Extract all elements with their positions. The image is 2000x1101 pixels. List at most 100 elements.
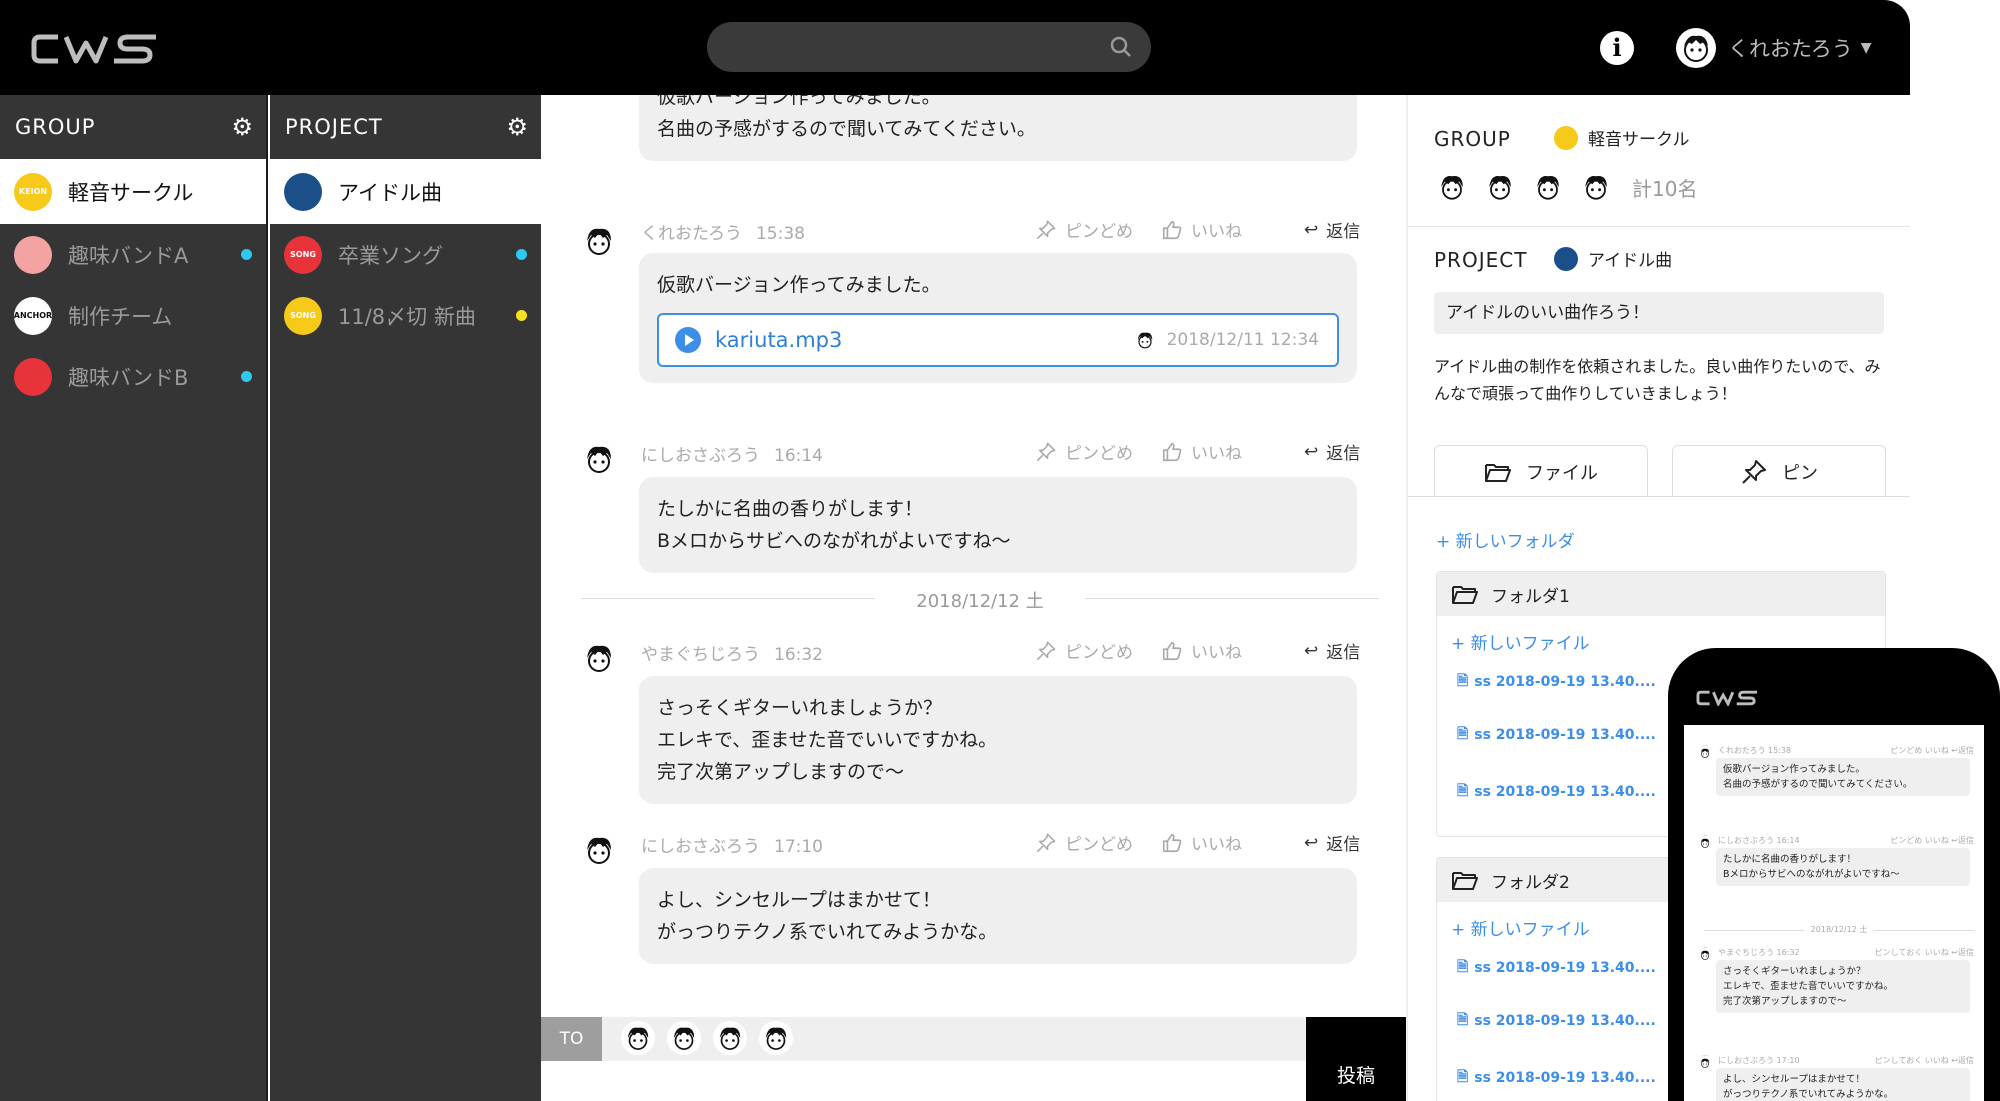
tab-files[interactable]: ファイル	[1434, 445, 1648, 497]
info-group-badge[interactable]: 軽音サークル	[1554, 125, 1690, 150]
avatar[interactable]	[579, 439, 619, 479]
message-text: 仮歌バージョン作ってみました。	[657, 274, 941, 296]
project-item[interactable]: アイドル曲	[270, 159, 541, 224]
pin-button[interactable]: ピンどめ	[1035, 217, 1133, 242]
phone-message-actions[interactable]: ピンどめ いいね ↩返信	[1890, 745, 1974, 756]
pin-button[interactable]: ピンどめ	[1035, 638, 1133, 663]
reply-button[interactable]: ↩ 返信	[1304, 638, 1360, 664]
message-time: 16:14	[774, 446, 823, 466]
project-logo	[1554, 246, 1578, 271]
phone-message-meta: にしおさぶろう 16:14	[1718, 836, 1800, 845]
gear-icon[interactable]: ⚙	[506, 113, 529, 141]
message-actions: ピンどめ いいね ↩ 返信	[1035, 217, 1360, 242]
message-bubble: 仮歌バージョン作ってみました。 kariuta.mp3 2018/12/11 1…	[639, 253, 1357, 383]
message-time: 17:10	[774, 837, 823, 857]
thumbs-up-icon	[1162, 641, 1182, 660]
project-item[interactable]: SONG 11/8〆切 新曲	[270, 285, 541, 346]
cws-logo[interactable]	[30, 33, 162, 69]
info-icon[interactable]: i	[1600, 31, 1634, 65]
member-avatar[interactable]	[1482, 169, 1518, 205]
phone-message-bubble: 仮歌バージョン作ってみました。 名曲の予感がするので聞いてみてください。	[1716, 758, 1970, 796]
tab-pins-label: ピン	[1782, 462, 1818, 484]
phone-message-actions[interactable]: ピンしておく いいね ↩返信	[1875, 947, 1974, 958]
group-item[interactable]: KEION 軽音サークル	[0, 159, 266, 224]
like-label: いいね	[1191, 643, 1242, 663]
search-icon[interactable]	[1109, 35, 1133, 63]
reply-label: 返信	[1326, 444, 1361, 464]
phone-screen[interactable]: くれおたろう 15:38 ピンどめ いいね ↩返信 仮歌バージョン作ってみました…	[1684, 725, 1984, 1101]
like-button[interactable]: いいね	[1161, 638, 1242, 663]
new-folder-link[interactable]: + 新しいフォルダ	[1436, 527, 1575, 552]
group-logo: ANCHOR	[14, 296, 52, 335]
play-icon[interactable]	[675, 327, 701, 353]
reply-label: 返信	[1326, 222, 1361, 242]
file-name: ss 2018-09-19 13.40....	[1474, 784, 1656, 800]
file-item[interactable]: 🗎 ss 2018-09-19 13.40....	[1457, 780, 1656, 804]
phone-message-actions[interactable]: ピンしておく いいね ↩返信	[1875, 1055, 1974, 1066]
recipient-avatar[interactable]	[713, 1021, 747, 1055]
desktop-app-window: i くれおたろう ▼ GROUP ⚙ KEION 軽音サークル 趣味バンドA ANCH…	[0, 0, 1910, 1101]
recipient-avatar[interactable]	[621, 1021, 655, 1055]
file-item[interactable]: 🗎 ss 2018-09-19 13.40....	[1457, 956, 1656, 980]
file-item[interactable]: 🗎 ss 2018-09-19 13.40....	[1457, 1066, 1656, 1090]
reply-button[interactable]: ↩ 返信	[1304, 439, 1361, 465]
project-item[interactable]: SONG 卒業ソング	[270, 224, 541, 285]
group-item[interactable]: 趣味バンドB	[0, 346, 266, 407]
info-project-name: アイドル曲	[1588, 251, 1673, 271]
like-button[interactable]: いいね	[1161, 217, 1242, 242]
member-avatar[interactable]	[1530, 169, 1566, 205]
info-group-title: GROUP	[1434, 127, 1511, 151]
chat-timeline[interactable]: 仮歌バージョン作ってみました。 名曲の予感がするので聞いてみてください。 くれお…	[541, 95, 1406, 1101]
pin-button[interactable]: ピンどめ	[1035, 830, 1133, 855]
phone-message-bubble: たしかに名曲の香りがします！ Bメロからサビへのながれがよいですね〜	[1716, 848, 1970, 886]
member-count[interactable]: 計10名	[1632, 173, 1697, 202]
like-button[interactable]: いいね	[1161, 439, 1242, 464]
tabs-underline	[1408, 496, 1910, 497]
pin-button[interactable]: ピンどめ	[1035, 439, 1133, 464]
project-logo	[284, 172, 322, 211]
project-column: PROJECT ⚙ アイドル曲 SONG 卒業ソング SONG 11/8〆切 新曲	[270, 95, 541, 1101]
reply-icon: ↩	[1304, 441, 1319, 462]
date-separator: 2018/12/12 土	[581, 587, 1379, 612]
phone-message-actions[interactable]: ピンどめ いいね ↩返信	[1890, 835, 1974, 846]
folder-header[interactable]: フォルダ1	[1437, 572, 1885, 616]
message-author: にしおさぶろう	[641, 837, 760, 857]
like-button[interactable]: いいね	[1161, 830, 1242, 855]
avatar[interactable]	[579, 638, 619, 678]
recipient-avatar[interactable]	[667, 1021, 701, 1055]
member-avatar[interactable]	[1434, 169, 1470, 205]
group-item[interactable]: 趣味バンドA	[0, 224, 266, 285]
avatar[interactable]	[579, 221, 619, 261]
new-file-link[interactable]: + 新しいファイル	[1451, 629, 1590, 654]
reply-button[interactable]: ↩ 返信	[1304, 830, 1360, 856]
file-item[interactable]: 🗎 ss 2018-09-19 13.40....	[1457, 1009, 1656, 1033]
info-group-name: 軽音サークル	[1588, 130, 1690, 150]
message-meta: くれおたろう 15:38	[641, 219, 805, 244]
file-item[interactable]: 🗎 ss 2018-09-19 13.40....	[1457, 670, 1656, 694]
info-project-badge[interactable]: アイドル曲	[1554, 246, 1672, 271]
attachment-name[interactable]: kariuta.mp3	[715, 324, 842, 356]
project-description: アイドル曲の制作を依頼されました。良い曲作りたいので、みんなで頑張って曲作りして…	[1434, 357, 1881, 403]
file-name: ss 2018-09-19 13.40....	[1474, 674, 1656, 690]
to-field[interactable]: TO	[541, 1017, 1306, 1061]
user-menu[interactable]: くれおたろう ▼	[1676, 26, 1872, 70]
new-file-link[interactable]: + 新しいファイル	[1451, 915, 1590, 940]
member-avatar[interactable]	[1578, 169, 1614, 205]
gear-icon[interactable]: ⚙	[231, 113, 254, 141]
group-item[interactable]: ANCHOR 制作チーム	[0, 285, 266, 346]
audio-attachment[interactable]: kariuta.mp3 2018/12/11 12:34	[657, 313, 1339, 367]
search-input[interactable]	[707, 22, 1151, 72]
pin-icon	[1036, 833, 1056, 852]
project-column-header: PROJECT ⚙	[270, 95, 541, 159]
post-button[interactable]: 投稿	[1306, 1017, 1406, 1101]
group-column-title: GROUP	[15, 115, 96, 139]
file-item[interactable]: 🗎 ss 2018-09-19 13.40....	[1457, 723, 1656, 747]
avatar[interactable]	[579, 830, 619, 870]
user-avatar	[1676, 28, 1716, 68]
file-icon: 🗎	[1457, 959, 1469, 975]
reply-button[interactable]: ↩ 返信	[1304, 217, 1361, 243]
folder-name: フォルダ2	[1491, 872, 1570, 893]
tab-pins[interactable]: ピン	[1672, 445, 1886, 497]
thumbs-up-icon	[1162, 442, 1182, 461]
recipient-avatar[interactable]	[759, 1021, 793, 1055]
